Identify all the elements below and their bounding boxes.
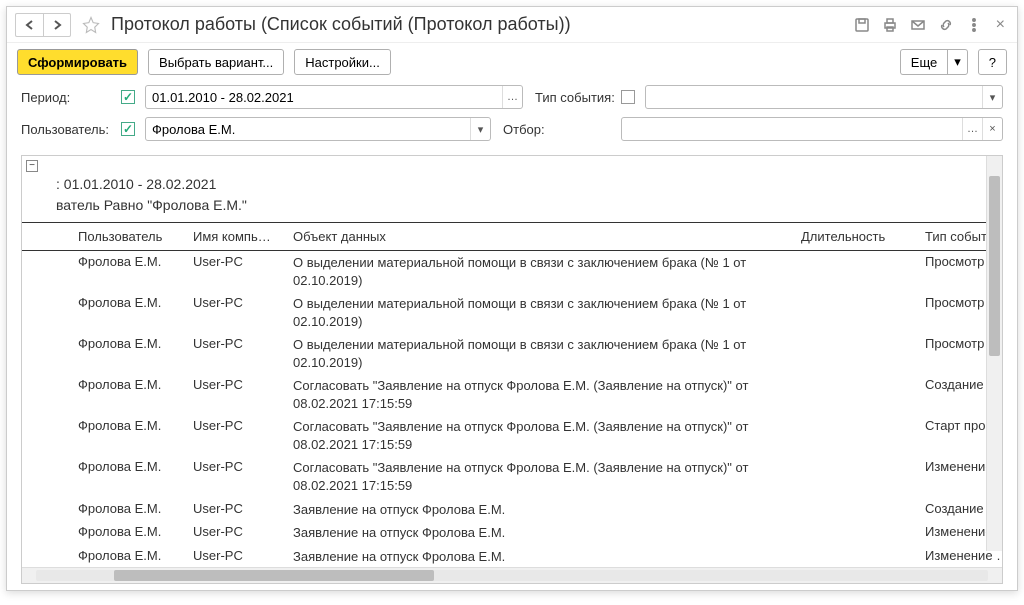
close-icon[interactable]: ×	[992, 16, 1009, 34]
event-type-dropdown-icon[interactable]: ▾	[982, 86, 1002, 108]
table-row[interactable]: Фролова Е.М.User-PCЗаявление на отпуск Ф…	[22, 498, 1002, 522]
link-icon[interactable]	[936, 15, 956, 35]
period-label: Период:	[21, 90, 117, 105]
table-row[interactable]: Фролова Е.М.User-PCСогласовать "Заявлени…	[22, 456, 1002, 497]
table-row[interactable]: Фролова Е.М.User-PCЗаявление на отпуск Ф…	[22, 545, 1002, 567]
generate-button[interactable]: Сформировать	[17, 49, 138, 75]
toolbar: Сформировать Выбрать вариант... Настройк…	[7, 43, 1017, 81]
selection-picker-icon[interactable]: …	[962, 118, 982, 140]
report-header: : 01.01.2010 - 28.02.2021 ватель Равно "…	[22, 156, 1002, 222]
print-icon[interactable]	[880, 15, 900, 35]
period-input[interactable]	[146, 86, 502, 108]
col-user: Пользователь	[70, 223, 185, 251]
favorite-star-icon[interactable]	[79, 13, 103, 37]
report-area: − : 01.01.2010 - 28.02.2021 ватель Равно…	[21, 155, 1003, 584]
table-row[interactable]: Фролова Е.М.User-PCО выделении материаль…	[22, 251, 1002, 293]
table-row[interactable]: Фролова Е.М.User-PCСогласовать "Заявлени…	[22, 415, 1002, 456]
more-button[interactable]: Еще	[900, 49, 947, 75]
nav-forward-button[interactable]	[43, 13, 71, 37]
titlebar: Протокол работы (Список событий (Протоко…	[7, 7, 1017, 43]
col-object: Объект данных	[285, 223, 793, 251]
selection-input[interactable]	[622, 118, 962, 140]
user-label: Пользователь:	[21, 122, 117, 137]
selection-clear-icon[interactable]: ×	[982, 118, 1002, 140]
choose-variant-button[interactable]: Выбрать вариант...	[148, 49, 284, 75]
event-type-input[interactable]	[646, 86, 982, 108]
selection-label: Отбор:	[495, 122, 617, 137]
table-row[interactable]: Фролова Е.М.User-PCСогласовать "Заявлени…	[22, 374, 1002, 415]
hscroll-thumb[interactable]	[114, 570, 434, 581]
filters: Период: … Тип события: ▾ Пользователь: ▾…	[7, 81, 1017, 155]
table-row[interactable]: Фролова Е.М.User-PCО выделении материаль…	[22, 333, 1002, 374]
user-dropdown-icon[interactable]: ▾	[470, 118, 490, 140]
horizontal-scrollbar[interactable]	[22, 567, 1002, 583]
report-table: Пользователь Имя компьютера Объект данны…	[22, 222, 1002, 567]
more-dropdown-icon[interactable]: ▾	[947, 49, 968, 75]
email-icon[interactable]	[908, 15, 928, 35]
settings-button[interactable]: Настройки...	[294, 49, 391, 75]
collapse-toggle-icon[interactable]: −	[26, 160, 38, 172]
col-duration: Длительность	[793, 223, 917, 251]
more-vert-icon[interactable]	[964, 15, 984, 35]
table-row[interactable]: Фролова Е.М.User-PCО выделении материаль…	[22, 292, 1002, 333]
period-checkbox[interactable]	[121, 90, 135, 104]
vertical-scrollbar[interactable]	[986, 156, 1002, 551]
nav-back-button[interactable]	[15, 13, 43, 37]
period-picker-icon[interactable]: …	[502, 86, 522, 108]
window-title: Протокол работы (Список событий (Протоко…	[111, 14, 848, 35]
event-type-checkbox[interactable]	[621, 90, 635, 104]
col-computer: Имя компьютера	[185, 223, 285, 251]
event-type-label: Тип события:	[527, 90, 617, 105]
save-icon[interactable]	[852, 15, 872, 35]
user-input[interactable]	[146, 118, 470, 140]
help-button[interactable]: ?	[978, 49, 1007, 75]
vscroll-thumb[interactable]	[989, 176, 1000, 356]
table-header-row: Пользователь Имя компьютера Объект данны…	[22, 223, 1002, 251]
user-checkbox[interactable]	[121, 122, 135, 136]
table-row[interactable]: Фролова Е.М.User-PCЗаявление на отпуск Ф…	[22, 521, 1002, 545]
